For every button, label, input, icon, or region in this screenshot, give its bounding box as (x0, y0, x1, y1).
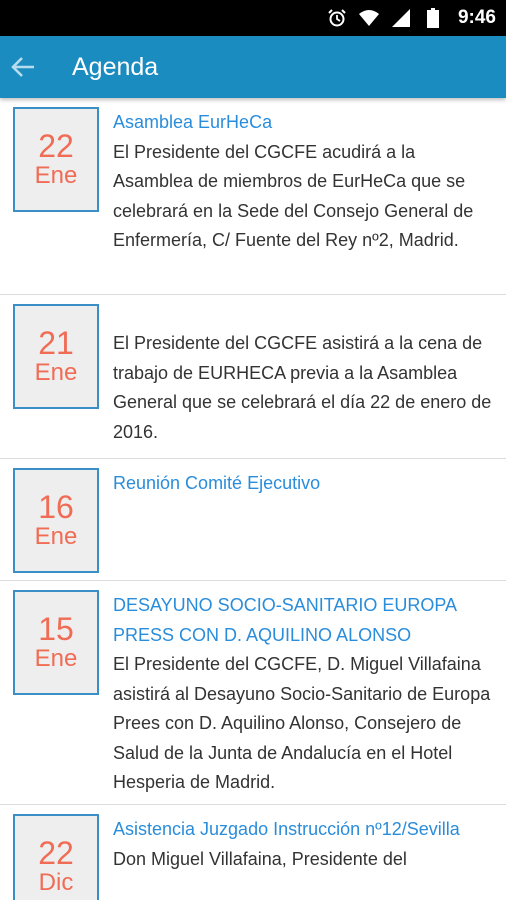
event-title[interactable]: Asistencia Juzgado Instrucción nº12/Sevi… (113, 815, 493, 845)
back-button[interactable] (0, 44, 46, 90)
date-day: 22 (38, 834, 74, 871)
event-content: El Presidente del CGCFE asistirá a la ce… (113, 329, 493, 447)
date-month: Ene (34, 358, 78, 386)
date-month: Ene (34, 644, 78, 672)
date-badge: 15 Ene (13, 590, 99, 695)
event-content: DESAYUNO SOCIO-SANITARIO EUROPA PRESS CO… (113, 591, 493, 798)
date-month: Dic (38, 868, 74, 896)
arrow-left-icon (11, 57, 34, 77)
list-item[interactable]: 22 Dic Asistencia Juzgado Instrucción nº… (0, 805, 506, 900)
date-month: Ene (34, 161, 78, 189)
event-title[interactable]: Asamblea EurHeCa (113, 108, 493, 138)
battery-icon (422, 7, 444, 29)
list-item[interactable]: 22 Ene Asamblea EurHeCa El Presidente de… (0, 98, 506, 295)
event-title[interactable]: DESAYUNO SOCIO-SANITARIO EUROPA PRESS CO… (113, 591, 493, 650)
list-item[interactable]: 16 Ene Reunión Comité Ejecutivo (0, 459, 506, 581)
date-badge: 22 Dic (13, 814, 99, 900)
status-bar: 9:46 (0, 0, 506, 36)
event-description: El Presidente del CGCFE acudirá a la Asa… (113, 141, 474, 251)
list-item[interactable]: 21 Ene El Presidente del CGCFE asistirá … (0, 295, 506, 459)
app-bar: Agenda (0, 36, 506, 98)
date-month: Ene (34, 522, 78, 550)
date-day: 22 (38, 127, 74, 164)
page-title: Agenda (72, 52, 159, 81)
agenda-list[interactable]: 22 Ene Asamblea EurHeCa El Presidente de… (0, 98, 506, 900)
date-badge: 22 Ene (13, 107, 99, 212)
date-day: 21 (38, 324, 74, 361)
event-description: El Presidente del CGCFE asistirá a la ce… (113, 333, 492, 442)
date-badge: 16 Ene (13, 468, 99, 573)
signal-icon (390, 7, 412, 29)
event-content: Reunión Comité Ejecutivo (113, 469, 493, 499)
list-item[interactable]: 15 Ene DESAYUNO SOCIO-SANITARIO EUROPA P… (0, 581, 506, 805)
event-description: El Presidente del CGCFE, D. Miguel Villa… (113, 654, 491, 792)
event-title[interactable]: Reunión Comité Ejecutivo (113, 469, 493, 499)
event-content: Asistencia Juzgado Instrucción nº12/Sevi… (113, 815, 493, 874)
alarm-icon (326, 7, 348, 29)
event-content: Asamblea EurHeCa El Presidente del CGCFE… (113, 108, 493, 256)
date-day: 15 (38, 610, 74, 647)
date-badge: 21 Ene (13, 304, 99, 409)
wifi-icon (358, 7, 380, 29)
event-description: Don Miguel Villafaina, Presidente del (113, 848, 407, 869)
date-day: 16 (38, 488, 74, 525)
clock: 9:46 (457, 7, 496, 28)
